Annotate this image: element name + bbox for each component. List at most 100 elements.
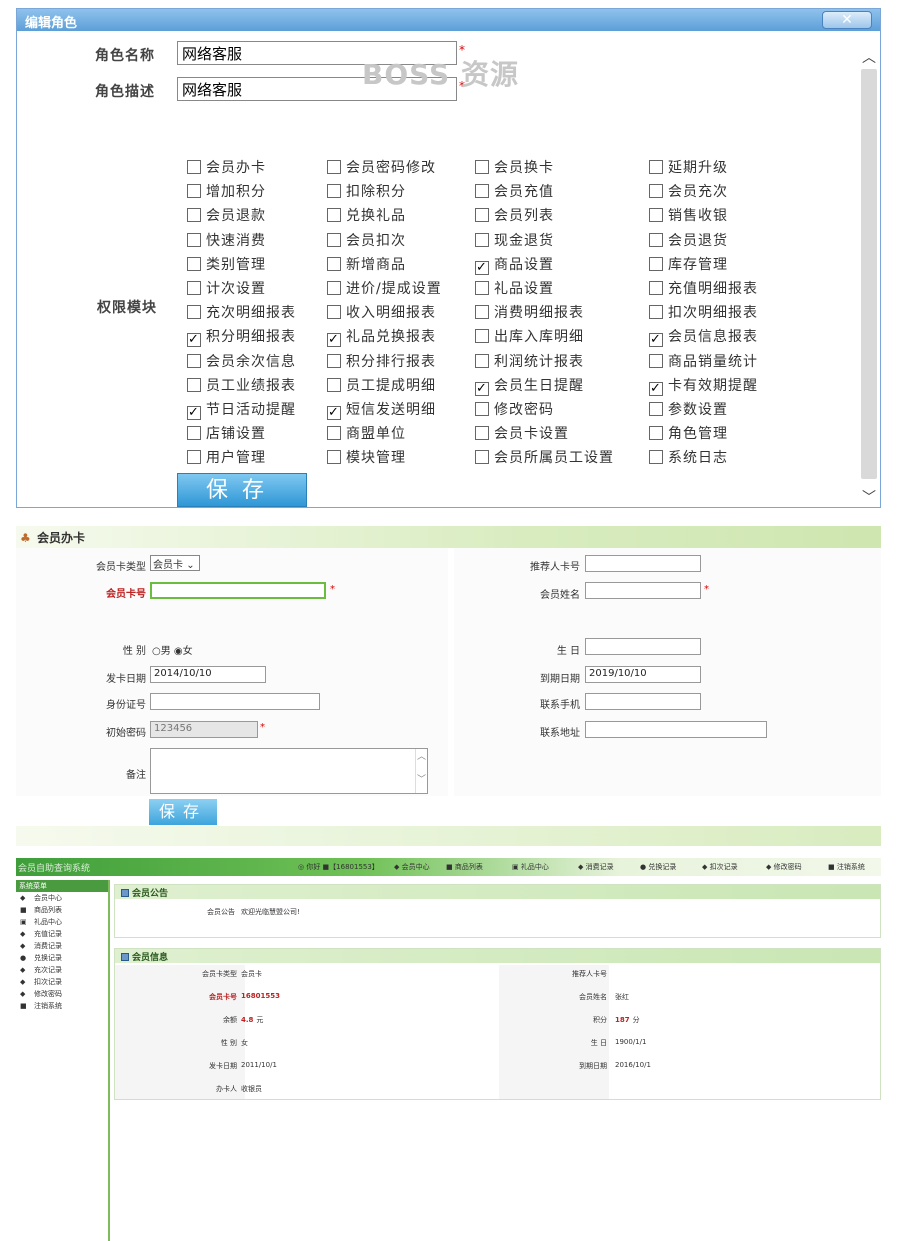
permission-checkbox[interactable]: 修改密码 [475, 399, 554, 419]
radio-female[interactable]: ◉ [174, 646, 183, 657]
checkbox-checked-icon[interactable]: ✓ [475, 260, 489, 275]
checkbox-checked-icon[interactable]: ✓ [187, 406, 201, 420]
permission-checkbox[interactable]: 扣除积分 [327, 181, 406, 201]
checkbox-icon[interactable] [649, 232, 663, 247]
permission-checkbox[interactable]: 会员充值 [475, 181, 554, 201]
scroll-down-icon[interactable]: ﹀ [860, 487, 878, 507]
scrollbar[interactable]: ︿ ﹀ [860, 47, 878, 507]
checkbox-icon[interactable] [649, 184, 663, 199]
nav-item[interactable]: ◆ 修改密码 [766, 862, 802, 872]
checkbox-icon[interactable] [649, 281, 663, 295]
permission-checkbox[interactable]: 新增商品 [327, 254, 406, 274]
checkbox-icon[interactable] [475, 281, 489, 295]
checkbox-icon[interactable] [649, 353, 663, 368]
permission-checkbox[interactable]: 出库入库明细 [475, 326, 584, 346]
permission-checkbox[interactable]: 系统日志 [649, 447, 728, 467]
permission-checkbox[interactable]: 会员余次信息 [187, 351, 296, 371]
nav-item[interactable]: ● 兑换记录 [640, 862, 676, 872]
sidebar-item[interactable]: ◆ 消费记录 [16, 940, 108, 952]
checkbox-checked-icon[interactable]: ✓ [475, 381, 489, 396]
permission-checkbox[interactable]: ✓ 节日活动提醒 [187, 399, 296, 420]
checkbox-checked-icon[interactable]: ✓ [327, 333, 341, 348]
permission-checkbox[interactable]: 会员所属员工设置 [475, 447, 614, 467]
checkbox-icon[interactable] [649, 426, 663, 441]
permission-checkbox[interactable]: ✓ 商品设置 [475, 254, 554, 275]
sidebar-item[interactable]: ◆ 修改密码 [16, 988, 108, 1000]
permission-checkbox[interactable]: 参数设置 [649, 399, 728, 419]
permission-checkbox[interactable]: 快速消费 [187, 230, 266, 250]
nav-item[interactable]: ■ 注销系统 [828, 862, 865, 872]
permission-checkbox[interactable]: 会员充次 [649, 181, 728, 201]
permission-checkbox[interactable]: 会员退货 [649, 230, 728, 250]
sidebar-item[interactable]: ◆ 会员中心 [16, 892, 108, 904]
nav-item[interactable]: ◆ 消费记录 [578, 862, 614, 872]
checkbox-icon[interactable] [649, 256, 663, 271]
permission-checkbox[interactable]: 商盟单位 [327, 423, 406, 443]
permission-checkbox[interactable]: 利润统计报表 [475, 351, 584, 371]
checkbox-icon[interactable] [187, 184, 201, 199]
checkbox-icon[interactable] [187, 426, 201, 441]
checkbox-icon[interactable] [187, 256, 201, 271]
checkbox-icon[interactable] [187, 160, 201, 174]
checkbox-icon[interactable] [187, 450, 201, 465]
checkbox-icon[interactable] [649, 402, 663, 416]
nav-item[interactable]: ▣ 礼品中心 [512, 862, 549, 872]
permission-checkbox[interactable]: 礼品设置 [475, 278, 554, 298]
nav-item[interactable]: ◆ 扣次记录 [702, 862, 738, 872]
permission-checkbox[interactable]: 商品销量统计 [649, 351, 758, 371]
permission-checkbox[interactable]: 用户管理 [187, 447, 266, 467]
issue-date-input[interactable]: 2014/10/10 [150, 666, 266, 683]
permission-checkbox[interactable]: 员工业绩报表 [187, 375, 296, 395]
permission-checkbox[interactable]: ✓ 礼品兑换报表 [327, 326, 436, 348]
permission-checkbox[interactable]: 消费明细报表 [475, 302, 584, 322]
permission-checkbox[interactable]: 延期升级 [649, 157, 728, 177]
sidebar-item[interactable]: ■ 注销系统 [16, 1000, 108, 1012]
init-password-input[interactable]: 123456 [150, 721, 258, 738]
id-card-input[interactable] [150, 693, 320, 710]
checkbox-icon[interactable] [187, 377, 201, 392]
checkbox-icon[interactable] [475, 450, 489, 465]
checkbox-checked-icon[interactable]: ✓ [187, 333, 201, 348]
checkbox-icon[interactable] [649, 208, 663, 223]
address-input[interactable] [585, 721, 767, 738]
sidebar-item[interactable]: ◆ 充次记录 [16, 964, 108, 976]
checkbox-icon[interactable] [327, 377, 341, 392]
checkbox-icon[interactable] [649, 450, 663, 465]
scroll-up-icon[interactable]: ︿ [860, 47, 878, 67]
checkbox-icon[interactable] [327, 305, 341, 320]
permission-checkbox[interactable]: 收入明细报表 [327, 302, 436, 322]
checkbox-icon[interactable] [649, 305, 663, 320]
permission-checkbox[interactable]: ✓ 短信发送明细 [327, 399, 436, 420]
permission-checkbox[interactable]: 店铺设置 [187, 423, 266, 443]
sidebar-item[interactable]: ▣ 礼品中心 [16, 916, 108, 928]
checkbox-icon[interactable] [187, 232, 201, 247]
checkbox-checked-icon[interactable]: ✓ [649, 381, 663, 396]
permission-checkbox[interactable]: 库存管理 [649, 254, 728, 274]
checkbox-icon[interactable] [327, 353, 341, 368]
checkbox-icon[interactable] [327, 426, 341, 441]
permission-checkbox[interactable]: ✓ 会员生日提醒 [475, 375, 584, 396]
permission-checkbox[interactable]: 会员扣次 [327, 230, 406, 250]
remarks-textarea[interactable]: ︿ ﹀ [150, 748, 428, 794]
scroll-thumb[interactable] [861, 69, 877, 479]
permission-checkbox[interactable]: 充值明细报表 [649, 278, 758, 298]
checkbox-icon[interactable] [327, 281, 341, 295]
textarea-scrollbar[interactable]: ︿ ﹀ [415, 749, 427, 793]
permission-checkbox[interactable]: 会员办卡 [187, 157, 266, 177]
checkbox-icon[interactable] [187, 281, 201, 295]
permission-checkbox[interactable]: 扣次明细报表 [649, 302, 758, 322]
save-button[interactable]: 保存 [149, 799, 217, 825]
checkbox-icon[interactable] [327, 160, 341, 174]
permission-checkbox[interactable]: ✓ 积分明细报表 [187, 326, 296, 348]
checkbox-icon[interactable] [475, 208, 489, 223]
permission-checkbox[interactable]: 销售收银 [649, 205, 728, 225]
permission-checkbox[interactable]: 积分排行报表 [327, 351, 436, 371]
checkbox-icon[interactable] [475, 232, 489, 247]
permission-checkbox[interactable]: 会员换卡 [475, 157, 554, 177]
checkbox-icon[interactable] [475, 160, 489, 174]
permission-checkbox[interactable]: ✓ 会员信息报表 [649, 326, 758, 348]
phone-input[interactable] [585, 693, 701, 710]
radio-male[interactable]: ○ [152, 646, 161, 657]
checkbox-icon[interactable] [187, 305, 201, 320]
checkbox-icon[interactable] [187, 208, 201, 223]
